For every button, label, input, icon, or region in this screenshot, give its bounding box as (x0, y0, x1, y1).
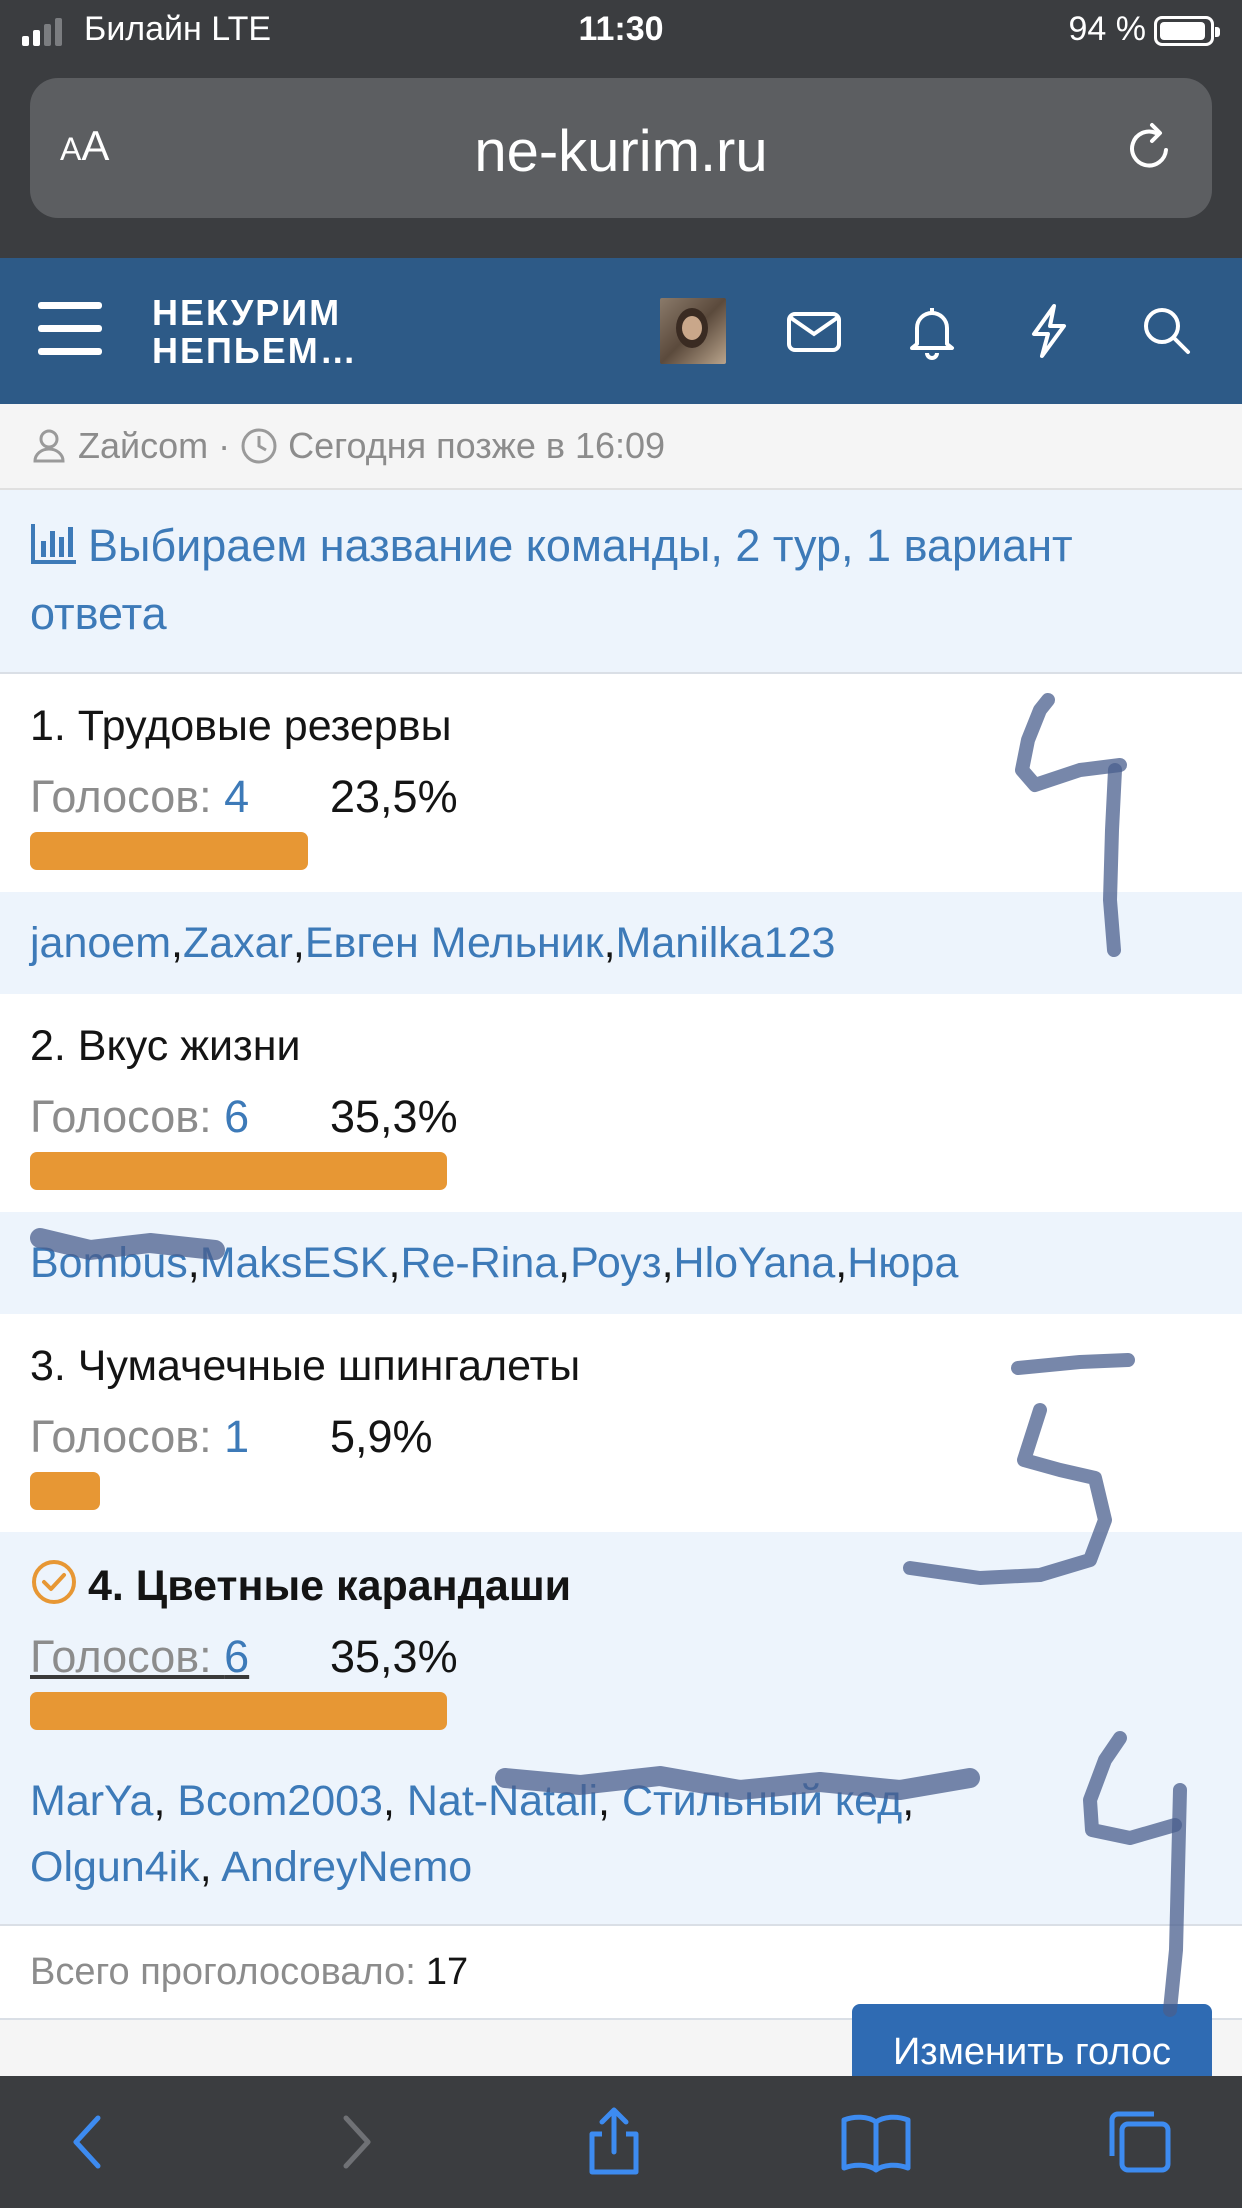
search-icon[interactable] (1132, 296, 1202, 366)
option-voters: Bombus, MaksESK, Re-Rina, Роуз, HloYana,… (0, 1212, 1242, 1314)
clock: 11:30 (578, 10, 664, 48)
voter-link[interactable]: MarYa (30, 1777, 153, 1825)
poll-title-text: Выбираем название команды, 2 тур, 1 вари… (30, 520, 1073, 639)
poll-option-1: 1. Трудовые резервы Голосов: 4 23,5% (0, 674, 1242, 892)
voter-separator: , (171, 919, 183, 967)
voter-separator: , (835, 1239, 848, 1287)
chart-icon (31, 524, 76, 564)
voter-separator: , (153, 1777, 178, 1825)
forward-icon[interactable] (318, 2106, 390, 2178)
option-votes-link[interactable]: Голосов: 4 (30, 770, 330, 824)
avatar[interactable] (660, 298, 726, 364)
voter-link[interactable]: Re-Rina (400, 1230, 558, 1296)
thread-meta: Zaйcom · Сегодня позже в 16:09 (0, 404, 1242, 490)
option-votes-link[interactable]: Голосов: 6 (30, 1090, 330, 1144)
battery-percent: 94 % (1068, 10, 1147, 48)
back-icon[interactable] (54, 2106, 126, 2178)
voter-link[interactable]: Нюра (847, 1230, 958, 1296)
voter-separator: , (603, 919, 616, 967)
voter-separator: , (598, 1777, 622, 1825)
voter-link[interactable]: Manilka123 (616, 910, 836, 976)
option-voters: MarYa, Bcom2003, Nat-Natali, Стильный ке… (0, 1752, 1242, 1924)
voter-separator: , (382, 1777, 407, 1825)
voter-link[interactable]: HloYana (674, 1230, 836, 1296)
user-icon (33, 429, 65, 463)
voter-link[interactable]: Nat-Natali (407, 1777, 598, 1825)
voter-separator: , (902, 1777, 915, 1825)
site-header: НЕКУРИМ НЕПЬЕМ… (0, 258, 1242, 404)
total-count: 17 (425, 1950, 469, 1993)
bell-icon[interactable] (897, 296, 967, 366)
option-percent: 35,3% (330, 1091, 458, 1142)
envelope-icon[interactable] (779, 296, 849, 366)
voter-link[interactable]: MaksESK (200, 1230, 389, 1296)
voter-separator: , (199, 1843, 222, 1891)
poll-option-4: 4. Цветные карандаши Голосов: 6 35,3% (0, 1532, 1242, 1752)
option-progress-bar (30, 1472, 1212, 1510)
status-bar: Билайн LTE 11:30 94 % (0, 0, 1242, 62)
option-label: 3. Чумачечные шпингалеты (30, 1342, 581, 1390)
voter-link[interactable]: AndreyNemo (221, 1843, 472, 1891)
total-label: Всего проголосовало: (30, 1950, 416, 1993)
menu-icon[interactable] (38, 302, 102, 356)
thread-time[interactable]: Сегодня позже в 16:09 (288, 425, 665, 467)
browser-toolbar (0, 2076, 1242, 2208)
address-bar[interactable]: AA ne-kurim.ru (30, 78, 1212, 218)
voter-separator: , (558, 1239, 571, 1287)
share-icon[interactable] (578, 2106, 650, 2178)
option-percent: 35,3% (330, 1631, 458, 1682)
option-votes-link[interactable]: Голосов: 1 (30, 1410, 330, 1464)
voter-link[interactable]: Bombus (30, 1230, 188, 1296)
voter-separator: , (187, 1239, 200, 1287)
option-label: 2. Вкус жизни (30, 1022, 301, 1070)
meta-separator: · (218, 425, 231, 466)
option-progress-bar (30, 832, 1212, 870)
voter-link[interactable]: Стильный кед (622, 1777, 902, 1825)
poll-title: Выбираем название команды, 2 тур, 1 вари… (0, 490, 1242, 674)
option-progress-bar (30, 1152, 1212, 1190)
poll-option-3: 3. Чумачечные шпингалеты Голосов: 1 5,9% (0, 1314, 1242, 1532)
thread-author[interactable]: Zaйcom (78, 425, 208, 467)
voter-link[interactable]: Olgun4ik (30, 1843, 200, 1891)
option-votes-link[interactable]: Голосов: 6 (30, 1630, 330, 1684)
voter-link[interactable]: Роуз (570, 1230, 661, 1296)
bookmarks-icon[interactable] (840, 2106, 912, 2178)
voter-link[interactable]: Zaxar (183, 910, 293, 976)
check-circle-icon (32, 1560, 76, 1604)
thread-content: Zaйcom · Сегодня позже в 16:09 Выбираем … (0, 404, 1242, 2020)
site-logo[interactable]: НЕКУРИМ НЕПЬЕМ… (152, 294, 358, 370)
browser-bar: AA ne-kurim.ru (0, 62, 1242, 258)
voter-separator: , (292, 919, 305, 967)
option-label: 1. Трудовые резервы (30, 702, 452, 750)
clock-icon (241, 428, 277, 464)
voter-separator: , (661, 1239, 674, 1287)
voter-link[interactable]: Евген Мельник (305, 910, 604, 976)
option-voters: janoem, Zaxar, Евген Мельник, Manilka123 (0, 892, 1242, 994)
voter-link[interactable]: Bcom2003 (177, 1777, 383, 1825)
option-label: 4. Цветные карандаши (30, 1558, 1212, 1612)
option-percent: 23,5% (330, 771, 458, 822)
reload-icon[interactable] (1122, 120, 1178, 176)
url-text[interactable]: ne-kurim.ru (30, 118, 1212, 185)
voter-link[interactable]: janoem (30, 910, 171, 976)
option-percent: 5,9% (330, 1411, 433, 1462)
voter-separator: , (388, 1239, 401, 1287)
lightning-icon[interactable] (1014, 296, 1084, 366)
poll-option-2: 2. Вкус жизни Голосов: 6 35,3% (0, 994, 1242, 1212)
option-progress-bar (30, 1692, 1212, 1730)
tabs-icon[interactable] (1104, 2106, 1176, 2178)
battery-icon (1154, 16, 1220, 46)
